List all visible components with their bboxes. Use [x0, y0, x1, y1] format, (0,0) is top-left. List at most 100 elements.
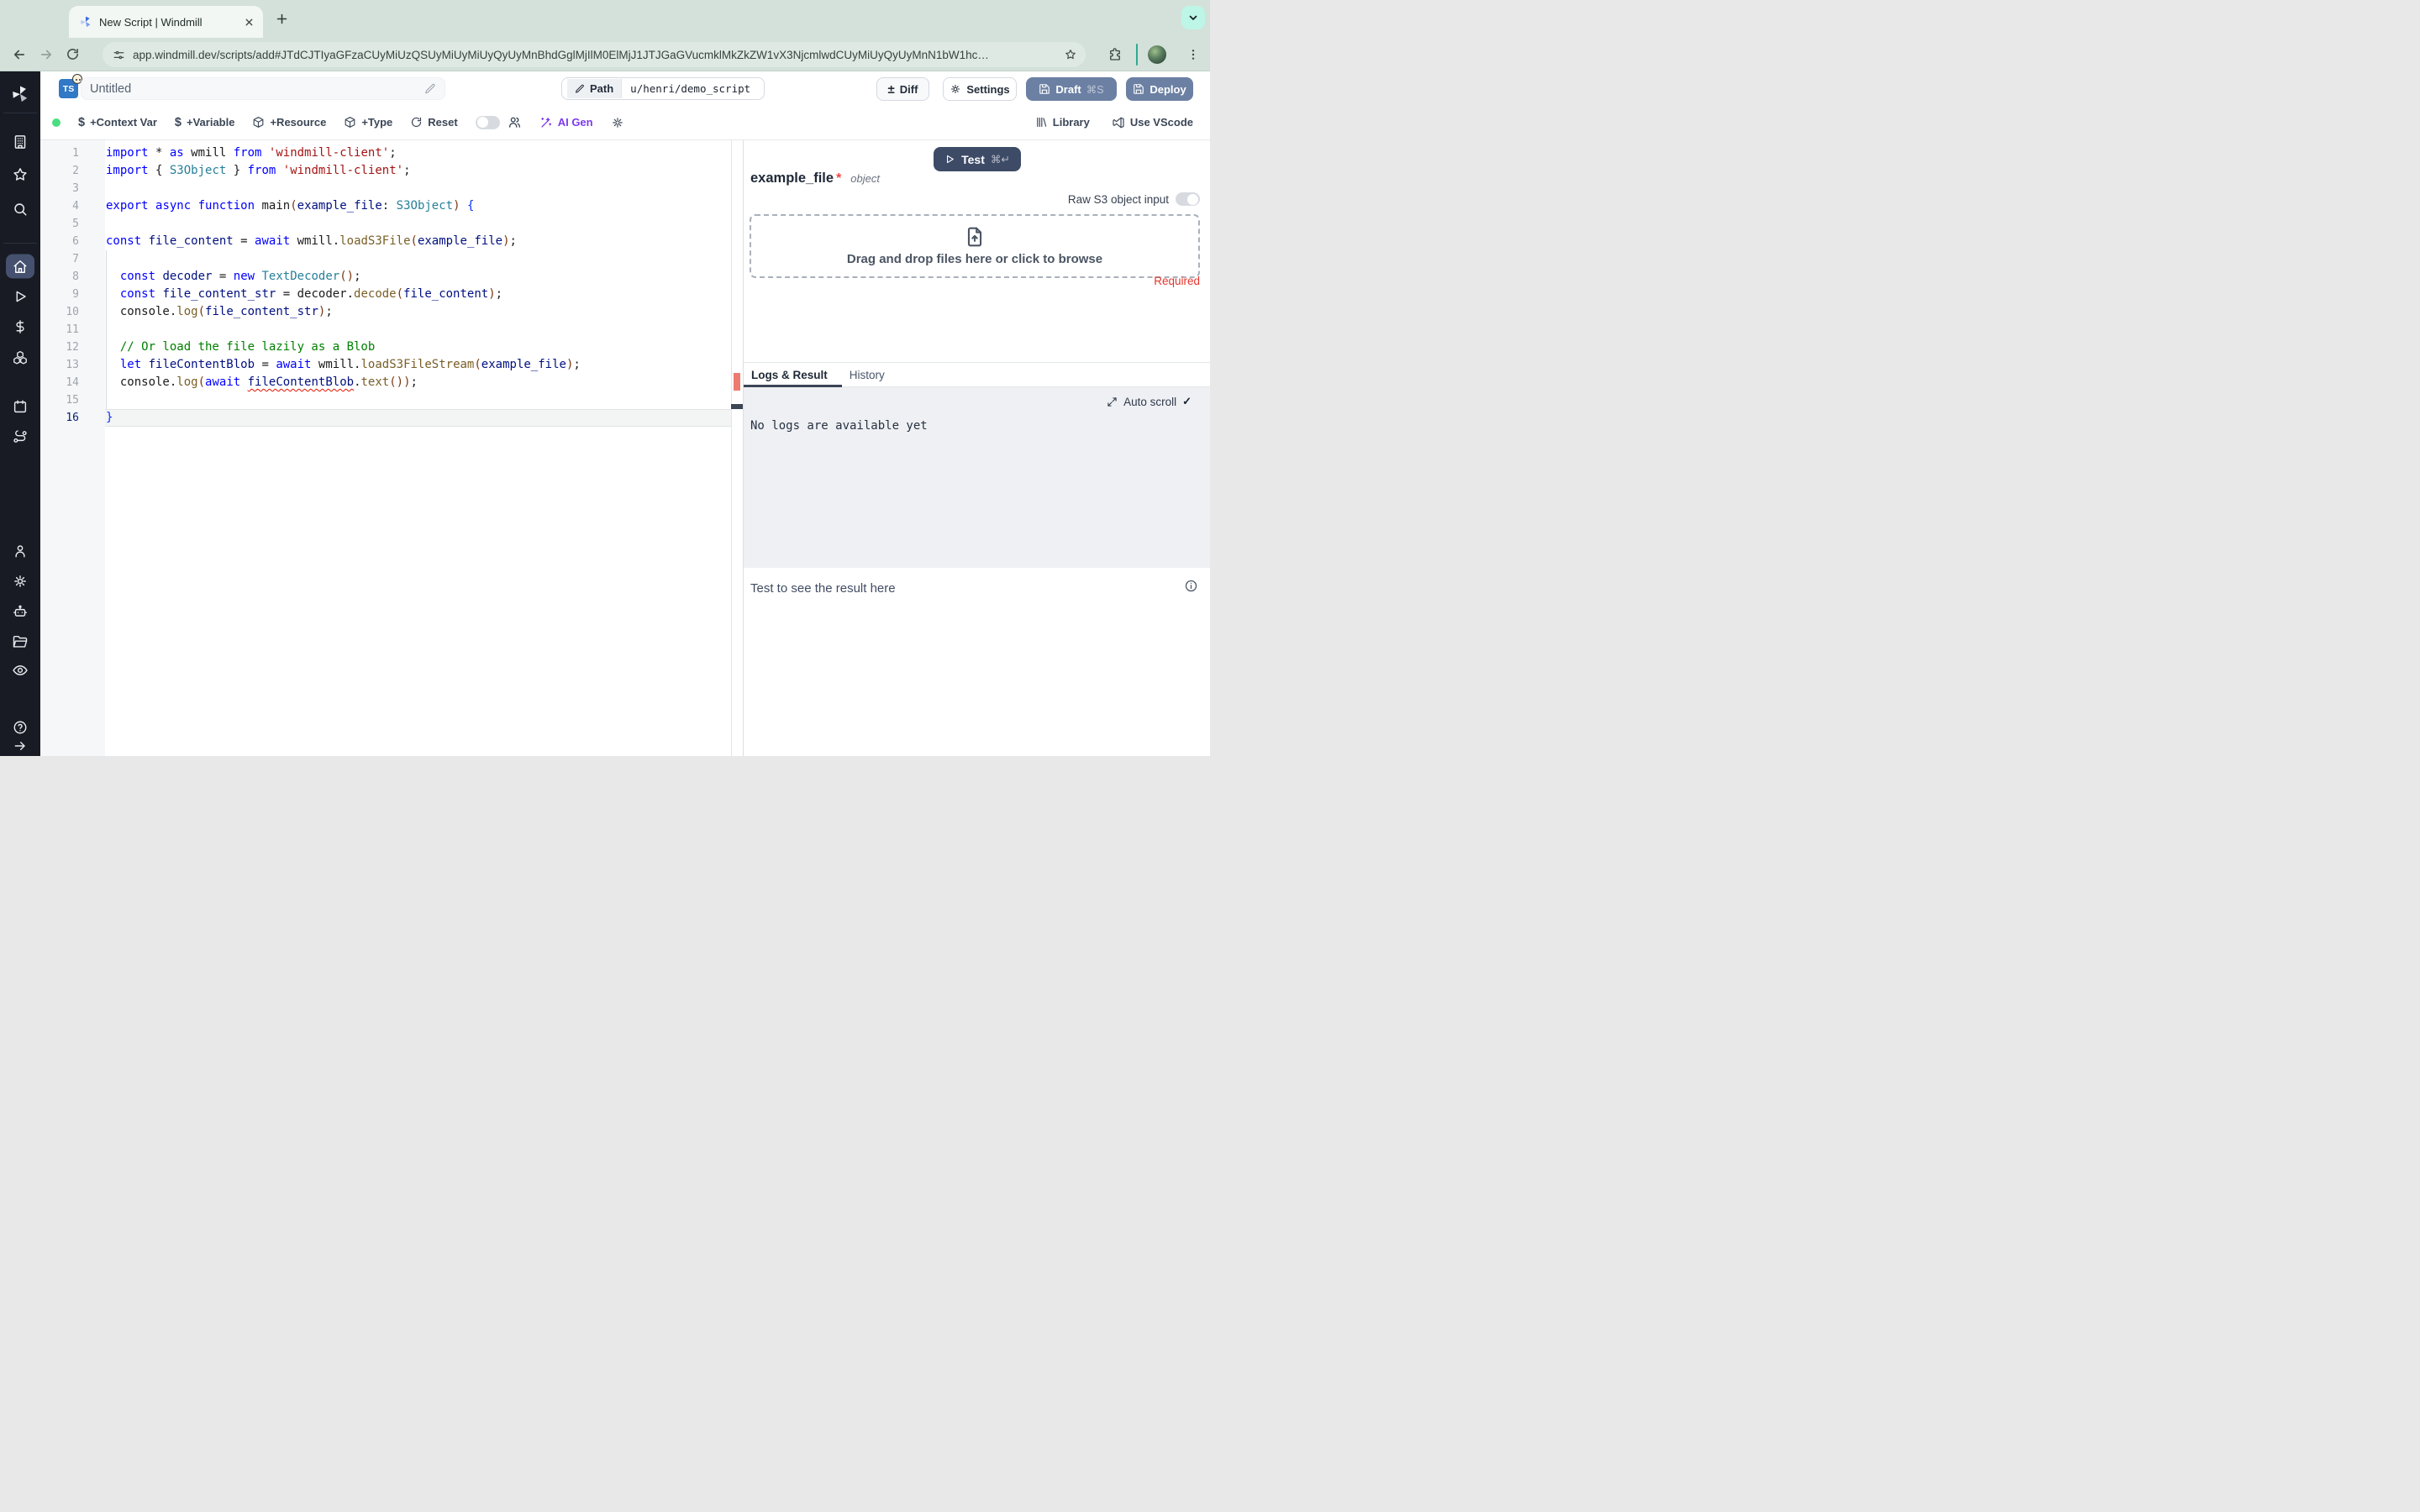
windmill-app: TS Untitled Path u/henri/demo_script ± D… [0, 71, 1210, 756]
draft-button[interactable]: Draft ⌘S [1026, 77, 1117, 101]
raw-s3-toggle[interactable] [1176, 192, 1200, 206]
extensions-icon[interactable] [1107, 47, 1123, 62]
split-drag-handle[interactable] [731, 404, 743, 409]
forward-icon[interactable] [39, 47, 54, 62]
test-shortcut: ⌘↵ [990, 154, 1010, 165]
pinned-extension-divider [1136, 44, 1138, 66]
refresh-icon [410, 116, 423, 129]
sidebar-item-runs[interactable] [13, 289, 28, 304]
add-type-button[interactable]: +Type [344, 116, 392, 129]
play-icon [944, 154, 955, 165]
script-title-text: Untitled [90, 81, 132, 96]
add-variable-button[interactable]: $ +Variable [175, 116, 235, 129]
sidebar-item-home[interactable] [6, 254, 34, 279]
reload-icon[interactable] [66, 47, 80, 61]
diff-label: Diff [899, 82, 918, 96]
settings-label: Settings [966, 82, 1010, 96]
argument-name: example_file [750, 171, 834, 186]
diff-icon: ± [887, 81, 895, 97]
url-bar[interactable]: app.windmill.dev/scripts/add#JTdCJTIyaGF… [103, 42, 1086, 67]
path-value: u/henri/demo_script [630, 82, 751, 95]
required-asterisk: * [836, 171, 842, 186]
sidebar [0, 71, 40, 756]
browser-tabstrip: New Script | Windmill [0, 0, 1210, 38]
sidebar-item-settings[interactable] [13, 574, 29, 590]
active-item-highlight [6, 254, 34, 279]
sidebar-item-search[interactable] [13, 202, 29, 218]
sidebar-item-help[interactable] [13, 720, 29, 736]
sidebar-item-routes[interactable] [13, 429, 29, 445]
reset-button[interactable]: Reset [410, 116, 458, 129]
back-icon[interactable] [12, 47, 27, 62]
code-editor[interactable]: 1 2 3 4 5 6 7 8 9 10 11 12 13 14 15 16 import * as wmil… [40, 140, 743, 756]
sidebar-item-resources[interactable] [13, 349, 29, 365]
auto-scroll-control[interactable]: Auto scroll ✓ [1102, 394, 1197, 409]
code-lines[interactable]: import * as wmill from 'windmill-client'… [106, 144, 730, 427]
edit-title-pencil-icon[interactable] [424, 83, 436, 95]
tab-history[interactable]: History [842, 363, 899, 386]
sidebar-item-schedules[interactable] [13, 399, 28, 414]
tab-search-chevron-icon[interactable] [1181, 6, 1205, 29]
add-resource-button[interactable]: +Resource [252, 116, 326, 129]
result-placeholder: Test to see the result here [750, 581, 896, 596]
browser-menu-icon[interactable] [1186, 48, 1200, 61]
test-label: Test [961, 152, 985, 166]
main-area: TS Untitled Path u/henri/demo_script ± D… [40, 71, 1210, 756]
windmill-logo-icon[interactable] [10, 84, 30, 104]
wand-sparkles-icon [539, 116, 553, 129]
editor-scrollbar[interactable] [731, 140, 743, 756]
path-button[interactable]: Path u/henri/demo_script [561, 77, 765, 100]
gear-icon [950, 83, 961, 95]
type-label: +Type [361, 116, 393, 129]
dollar-icon: $ [174, 115, 182, 129]
multiplayer-toggle[interactable] [475, 115, 500, 129]
sidebar-item-favorites[interactable] [13, 167, 29, 183]
bookmark-star-icon[interactable] [1064, 48, 1077, 61]
use-vscode-button[interactable]: Use VScode [1112, 116, 1193, 129]
file-dropzone[interactable]: Drag and drop files here or click to bro… [750, 214, 1200, 278]
settings-button[interactable]: Settings [943, 77, 1017, 101]
tab-close-icon[interactable] [244, 17, 255, 28]
browser-tab[interactable]: New Script | Windmill [69, 6, 263, 38]
script-header: TS Untitled Path u/henri/demo_script ± D… [40, 71, 1210, 105]
sidebar-item-users[interactable] [13, 543, 28, 559]
sidebar-divider [3, 243, 37, 244]
windmill-favicon [79, 15, 92, 29]
ai-gen-label: AI Gen [557, 116, 593, 129]
info-icon[interactable] [1184, 579, 1198, 593]
deploy-label: Deploy [1150, 82, 1186, 96]
toolbar-right: Library Use VScode [1035, 116, 1193, 129]
profile-avatar[interactable] [1148, 45, 1166, 64]
site-settings-icon[interactable] [113, 49, 125, 61]
library-icon [1035, 116, 1048, 129]
sidebar-item-variables[interactable] [13, 319, 28, 334]
new-tab-icon[interactable] [275, 12, 289, 26]
sidebar-item-audit-logs[interactable] [13, 663, 29, 679]
path-label: Path [590, 82, 614, 95]
typescript-language-badge[interactable]: TS [59, 74, 82, 98]
test-button[interactable]: Test ⌘↵ [934, 147, 1021, 171]
status-dot [52, 118, 60, 127]
package-icon [344, 116, 356, 129]
diff-button[interactable]: ± Diff [876, 77, 929, 101]
script-title-input[interactable]: Untitled [81, 77, 445, 100]
tab-logs-result[interactable]: Logs & Result [744, 363, 842, 387]
sidebar-item-folders[interactable] [13, 634, 29, 650]
ai-gen-button[interactable]: AI Gen [539, 116, 593, 129]
save-icon [1039, 83, 1050, 95]
library-button[interactable]: Library [1035, 116, 1090, 129]
users-icon [508, 115, 522, 129]
path-label-section: Path [567, 79, 623, 98]
argument-header: example_file * object [750, 171, 880, 186]
preview-panel: Test ⌘↵ example_file * object Raw S3 obj… [743, 140, 1210, 756]
vscode-label: Use VScode [1129, 116, 1193, 129]
sidebar-item-workers[interactable] [13, 604, 29, 620]
deploy-button[interactable]: Deploy [1126, 77, 1193, 101]
sidebar-expand-icon[interactable] [13, 739, 28, 753]
add-context-var-button[interactable]: $ +Context Var [78, 116, 157, 129]
editor-settings-button[interactable] [611, 116, 624, 129]
auto-scroll-label: Auto scroll [1123, 395, 1177, 408]
sidebar-item-workspace[interactable] [13, 134, 29, 150]
raw-s3-label: Raw S3 object input [1067, 192, 1169, 206]
draft-shortcut: ⌘S [1086, 83, 1104, 96]
